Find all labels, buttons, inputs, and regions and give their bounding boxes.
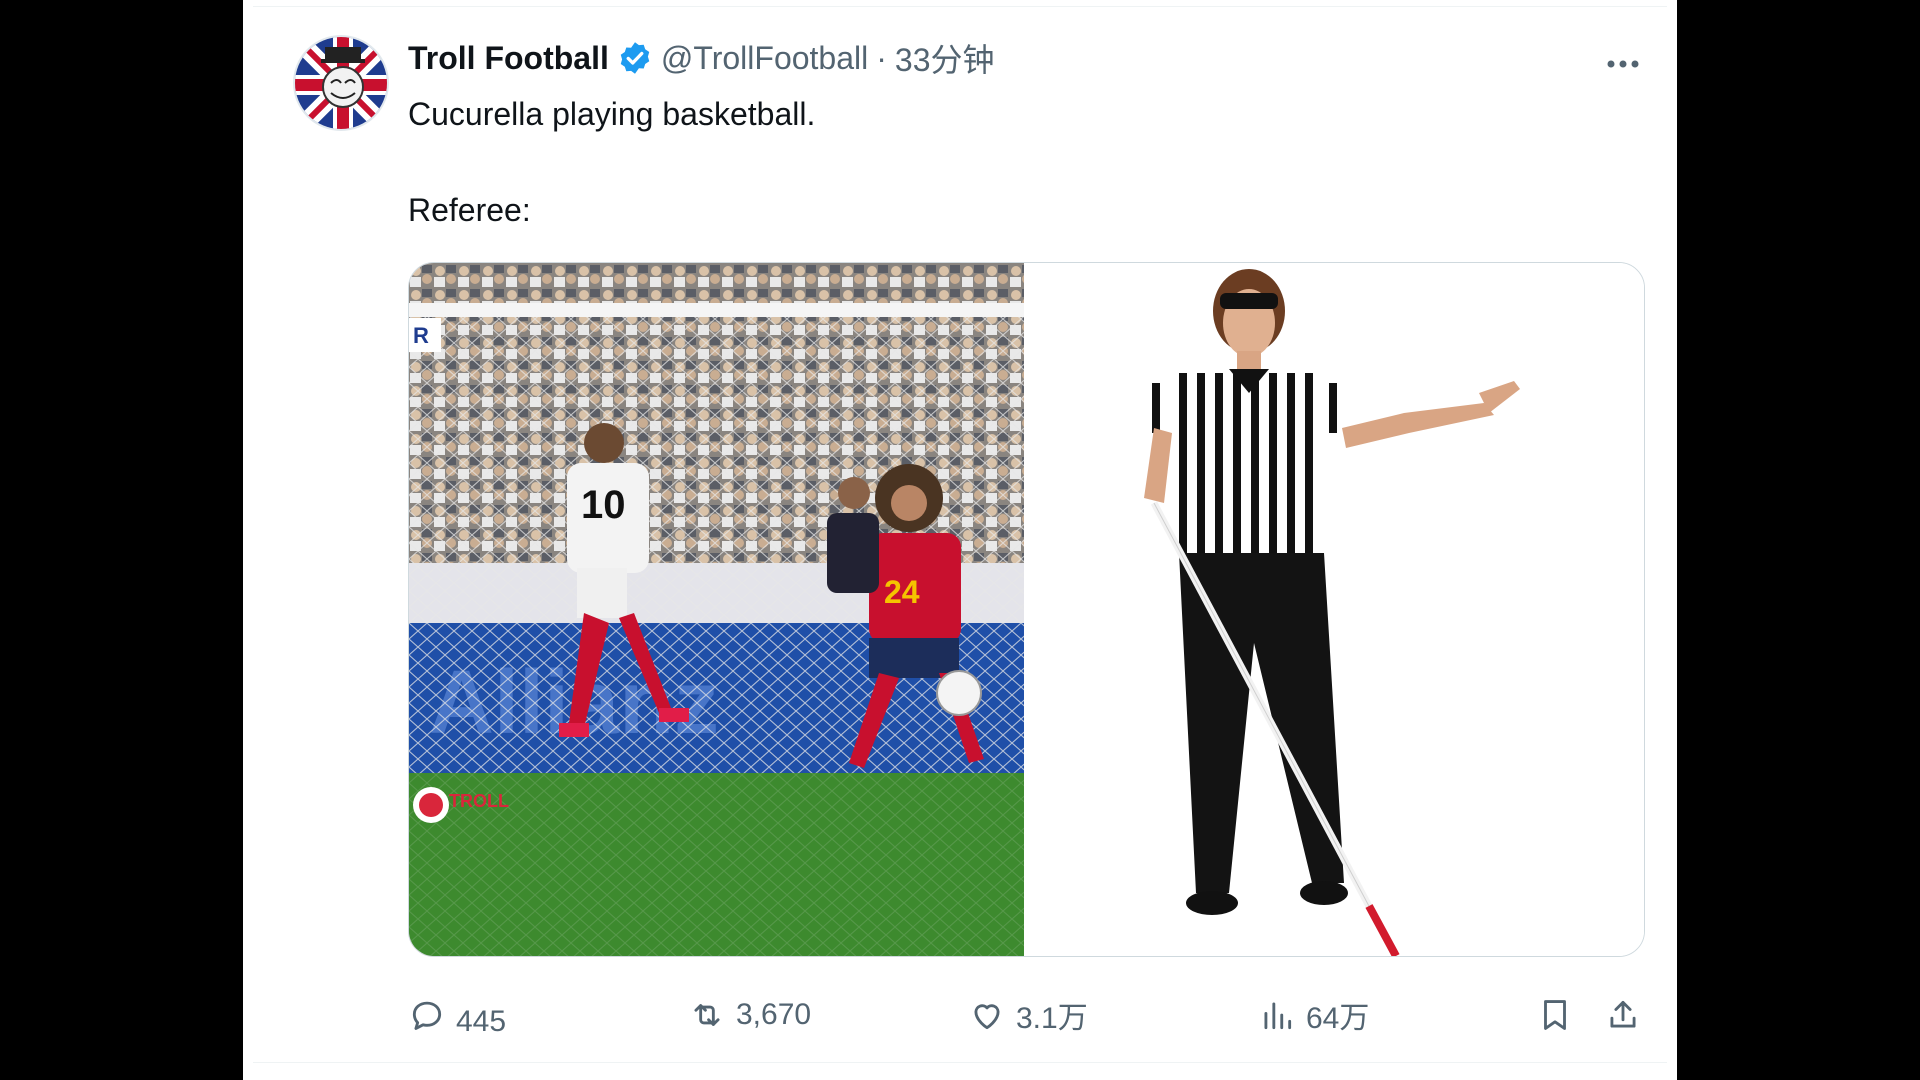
svg-text:R: R: [413, 323, 429, 348]
retweet-count: 3,670: [736, 998, 812, 1031]
reply-button[interactable]: 445: [408, 990, 506, 1040]
avatar[interactable]: [293, 35, 389, 131]
tweet-text-line-1: Cucurella playing basketball.: [408, 96, 816, 132]
separator-dot: ·: [876, 39, 887, 76]
tweet-media[interactable]: Allianz R 10: [408, 262, 1645, 957]
blind-referee-image: [1144, 269, 1520, 956]
verified-badge-icon: [620, 42, 650, 74]
divider-top: [253, 6, 1667, 7]
more-options-button[interactable]: [1603, 44, 1643, 84]
referee-photo[interactable]: [1024, 263, 1644, 956]
svg-text:TROLL: TROLL: [449, 791, 509, 811]
tweet-text: Cucurella playing basketball. Referee:: [408, 90, 1628, 234]
retweet-button[interactable]: 3,670: [688, 990, 811, 1040]
svg-text:10: 10: [581, 483, 626, 527]
tweet-actions: 445 3,670 3.1万 64万: [408, 990, 1643, 1040]
reply-icon: [412, 1001, 442, 1030]
divider-bottom: [253, 1062, 1667, 1063]
tweet-frame: Troll Football @TrollFootball · 33分钟 Cuc…: [243, 0, 1677, 1080]
bookmark-button[interactable]: [1533, 990, 1577, 1040]
reply-count: 445: [456, 1005, 507, 1038]
bookmark-icon: [1544, 1000, 1566, 1030]
heart-icon: [974, 1004, 1000, 1030]
share-icon: [1610, 1000, 1636, 1028]
football-photo[interactable]: Allianz R 10: [409, 263, 1024, 956]
football-scene-image: Allianz R 10: [409, 263, 1024, 956]
author-handle[interactable]: @TrollFootball: [661, 40, 868, 77]
more-dots-icon: [1607, 60, 1639, 68]
share-button[interactable]: [1601, 990, 1645, 1040]
like-count: 3.1万: [1016, 1002, 1088, 1035]
retweet-icon: [694, 1004, 720, 1026]
author-name[interactable]: Troll Football: [408, 40, 609, 77]
analytics-icon: [1264, 1002, 1292, 1030]
union-jack-avatar-icon: [295, 37, 387, 129]
tweet-header: Troll Football @TrollFootball · 33分钟: [408, 35, 995, 81]
views-button[interactable]: 64万: [1258, 990, 1369, 1040]
tweet-text-line-2: Referee:: [408, 192, 531, 228]
views-count: 64万: [1306, 1002, 1370, 1035]
like-button[interactable]: 3.1万: [968, 990, 1088, 1040]
svg-text:24: 24: [884, 574, 920, 610]
timestamp[interactable]: 33分钟: [895, 35, 995, 81]
